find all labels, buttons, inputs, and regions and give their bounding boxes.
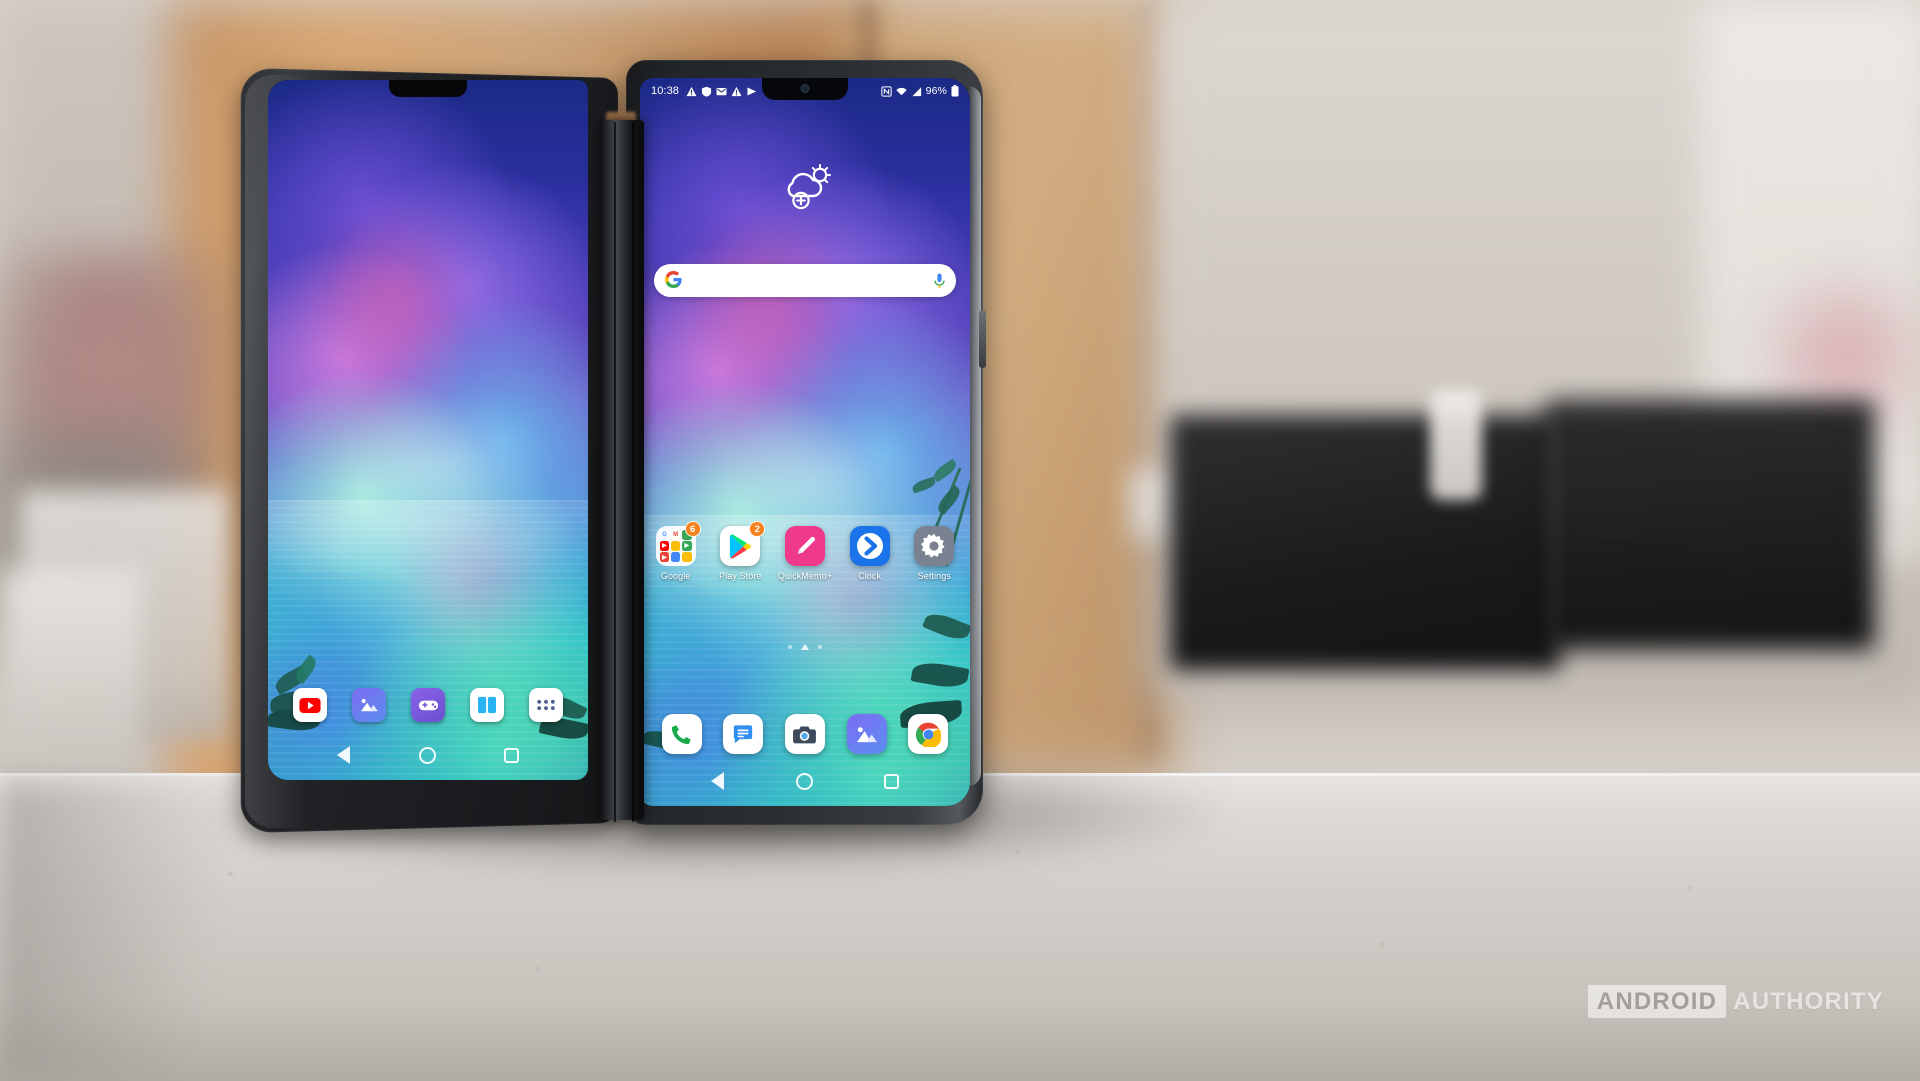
badge-count: 6 [684, 521, 701, 537]
hinge [600, 120, 644, 820]
dock-item-gamepad[interactable] [411, 688, 445, 722]
power-button[interactable] [979, 310, 986, 368]
front-camera-icon [800, 84, 810, 93]
google-search-bar[interactable] [654, 264, 956, 297]
folder-app-drive [670, 541, 681, 551]
microphone-icon[interactable] [934, 273, 945, 289]
folder-app-photos [681, 552, 692, 562]
page-dot-home[interactable] [801, 644, 809, 650]
cover-screen[interactable] [268, 80, 588, 780]
cover-wallpaper-pink-1 [293, 192, 492, 402]
app-label: Settings [917, 571, 951, 581]
dock-item-gallery[interactable] [352, 688, 386, 722]
play-store-icon[interactable]: 2 [720, 521, 766, 566]
google-folder-icon[interactable]: G M ▶ ▶ ▶ 6 [655, 521, 701, 566]
app-label: QuickMemo+ [777, 571, 833, 581]
dual-screen-phone: 10:38 96% G M ▶ ▶ ▶ 6 Google 2 Play Stor… [240, 60, 986, 834]
youtube-icon [299, 697, 321, 713]
folder-app-duo [670, 552, 681, 562]
play-icon [747, 86, 757, 96]
battery-full-icon [951, 85, 959, 97]
gear-icon[interactable] [914, 526, 955, 566]
home-dock [640, 714, 970, 754]
page-indicator [640, 644, 970, 650]
home-app-row: G M ▶ ▶ ▶ 6 Google 2 Play Store QuickMem… [640, 521, 970, 581]
dock-item-youtube[interactable] [293, 688, 327, 722]
background-chair-2 [1545, 400, 1875, 650]
app-drawer-icon [537, 699, 555, 711]
gmail-icon [716, 87, 727, 95]
nfc-icon [880, 85, 892, 97]
nav-home-icon[interactable] [418, 746, 436, 764]
nav-recents-icon[interactable] [883, 773, 899, 789]
battery-percent: 96% [925, 85, 947, 97]
camera-icon [793, 726, 817, 743]
weather-widget[interactable] [778, 164, 832, 215]
folder-app-gmail: M [670, 530, 681, 540]
chrome-icon [915, 722, 941, 747]
dock-item-camera[interactable] [784, 714, 825, 754]
app-label: Play Store [719, 571, 762, 581]
badge-count: 2 [749, 521, 766, 537]
app-label: Clock [858, 571, 882, 581]
status-bar-right: 96% [880, 85, 959, 97]
shield-icon [701, 86, 712, 97]
folder-app-play: ▶ [681, 541, 692, 551]
background-bottle [1430, 390, 1482, 500]
nav-recents-icon[interactable] [504, 747, 520, 763]
app-quickmemo[interactable]: QuickMemo+ [776, 526, 834, 581]
page-dot-3[interactable] [818, 645, 822, 649]
status-bar-left: 10:38 [651, 85, 757, 97]
nav-back-icon[interactable] [711, 772, 725, 790]
app-settings[interactable]: Settings [905, 526, 963, 581]
google-g-icon [664, 270, 682, 291]
folder-app-google: G [659, 530, 670, 540]
dock-item-gallery[interactable] [846, 714, 887, 754]
gallery-mountain-icon [361, 699, 378, 712]
nav-back-icon[interactable] [336, 746, 350, 764]
clock-chevron-icon[interactable] [849, 526, 890, 566]
dock-item-messages[interactable] [723, 714, 764, 754]
watermark-authority: AUTHORITY [1733, 987, 1884, 1015]
dual-screen-icon [478, 696, 496, 714]
dock-item-app-drawer[interactable] [529, 688, 563, 722]
cover-notch [389, 80, 467, 97]
background-chair-4 [0, 570, 140, 780]
folder-app-movies: ▶ [659, 552, 670, 562]
pencil-icon[interactable] [784, 526, 825, 566]
cover-nav-bar [268, 730, 588, 780]
home-wallpaper-pink-1 [666, 194, 871, 413]
gallery-mountain-icon [857, 726, 878, 742]
folder-app-youtube: ▶ [659, 541, 670, 551]
dock-item-chrome[interactable] [908, 714, 949, 754]
warning-triangle-icon [731, 86, 742, 96]
photo-scene: 10:38 96% G M ▶ ▶ ▶ 6 Google 2 Play Stor… [0, 0, 1920, 1081]
dock-item-dual-screen[interactable] [470, 688, 504, 722]
hinge-seam-1 [614, 122, 616, 822]
hinge-seam-2 [632, 122, 634, 822]
phone-handset-icon [671, 724, 691, 744]
dock-item-phone[interactable] [661, 714, 702, 754]
main-screen[interactable]: 10:38 96% G M ▶ ▶ ▶ 6 Google 2 Play Stor… [640, 78, 970, 806]
gamepad-icon [418, 700, 438, 711]
app-label: Google [660, 571, 691, 581]
message-bubble-icon [734, 724, 753, 743]
app-clock[interactable]: Clock [841, 526, 899, 581]
cellular-signal-icon [911, 86, 921, 96]
status-time: 10:38 [651, 85, 680, 97]
cover-dock [268, 688, 588, 722]
background-chair-1 [1170, 415, 1560, 670]
nav-home-icon[interactable] [795, 772, 813, 790]
watermark: ANDROID AUTHORITY [1587, 985, 1884, 1018]
app-google[interactable]: G M ▶ ▶ ▶ 6 Google [647, 521, 705, 581]
watermark-android: ANDROID [1587, 985, 1727, 1018]
warning-triangle-icon [686, 86, 697, 96]
cloud-sun-add-icon [787, 164, 831, 210]
home-nav-bar [640, 756, 970, 806]
page-dot-1[interactable] [788, 645, 792, 649]
app-play-store[interactable]: 2 Play Store [711, 521, 769, 581]
wifi-icon [895, 87, 907, 95]
